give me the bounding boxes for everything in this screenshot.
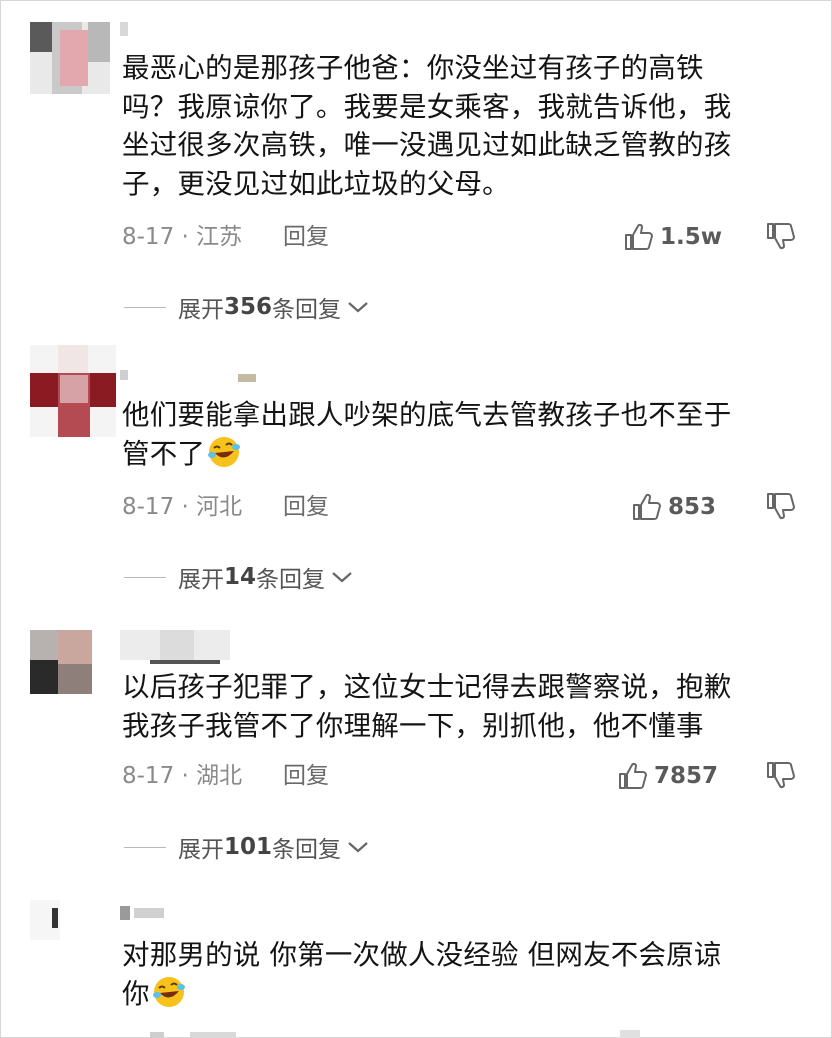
next-meta-cutoff: [150, 1030, 240, 1038]
like-button[interactable]: 7857: [618, 761, 718, 791]
chevron-down-icon: [348, 302, 368, 313]
comment-date-location: 8-17 · 湖北: [122, 763, 243, 789]
expand-suffix: 条回复: [272, 837, 342, 863]
like-count: 853: [668, 494, 717, 520]
like-count: 1.5w: [660, 224, 722, 250]
reply-count: 356: [224, 294, 273, 320]
dislike-button[interactable]: [766, 222, 796, 252]
thumbs-up-icon: [625, 223, 653, 250]
reply-button[interactable]: 回复: [283, 222, 329, 252]
rolling-laughing-emoji-icon: [152, 976, 185, 1007]
thumbs-up-icon: [633, 493, 661, 520]
reply-button[interactable]: 回复: [283, 761, 329, 791]
thumbs-down-icon: [767, 493, 795, 520]
chevron-down-icon: [332, 572, 352, 583]
thumbs-down-icon: [767, 762, 795, 789]
expand-prefix: 展开: [178, 567, 224, 593]
avatar-blurred[interactable]: [30, 900, 60, 940]
avatar-blurred[interactable]: [30, 345, 116, 437]
divider-line: [124, 306, 166, 308]
expand-prefix: 展开: [178, 837, 224, 863]
reply-button[interactable]: 回复: [283, 492, 329, 522]
avatar-blurred[interactable]: [30, 630, 92, 694]
expand-replies[interactable]: 展开 14 条回复: [124, 562, 353, 593]
avatar-blurred[interactable]: [30, 22, 110, 94]
username-blurred[interactable]: [120, 368, 260, 386]
comment-text-body: 对那男的说 你第一次做人没经验 但网友不会原谅 你: [122, 939, 722, 1010]
like-count: 7857: [654, 763, 719, 789]
expand-suffix: 条回复: [256, 567, 326, 593]
reply-count: 101: [224, 834, 273, 860]
comment-date-location: 8-17 · 河北: [122, 494, 243, 520]
chevron-down-icon: [348, 842, 368, 853]
expand-replies[interactable]: 展开 101 条回复: [124, 832, 369, 863]
like-button[interactable]: 853: [632, 492, 716, 522]
comment-text: 他们要能拿出跟人吵架的底气去管教孩子也不至于 管不了: [122, 396, 812, 473]
next-like-cutoff: [620, 1030, 640, 1038]
comment-date-location: 8-17 · 江苏: [122, 224, 243, 250]
comment-text: 以后孩子犯罪了，这位女士记得去跟警察说，抱歉 我孩子我管不了你理解一下，别抓他，…: [122, 671, 732, 742]
expand-prefix: 展开: [178, 297, 224, 323]
dislike-button[interactable]: [766, 492, 796, 522]
rolling-laughing-emoji-icon: [208, 436, 241, 467]
reply-count: 14: [224, 564, 257, 590]
expand-suffix: 条回复: [272, 297, 342, 323]
divider-line: [124, 576, 166, 578]
comment-text: 对那男的说 你第一次做人没经验 但网友不会原谅 你: [122, 936, 812, 1013]
thumbs-up-icon: [619, 762, 647, 789]
dislike-button[interactable]: [766, 761, 796, 791]
expand-replies[interactable]: 展开 356 条回复: [124, 292, 369, 323]
username-blurred[interactable]: [120, 630, 230, 664]
thumbs-down-icon: [767, 223, 795, 250]
username-blurred[interactable]: [120, 902, 170, 924]
divider-line: [124, 846, 166, 848]
username-blurred[interactable]: [120, 22, 128, 40]
comment-text: 最恶心的是那孩子他爸：你没坐过有孩子的高铁 吗？我原谅你了。我要是女乘客，我就告…: [122, 52, 732, 200]
like-button[interactable]: 1.5w: [624, 222, 722, 252]
